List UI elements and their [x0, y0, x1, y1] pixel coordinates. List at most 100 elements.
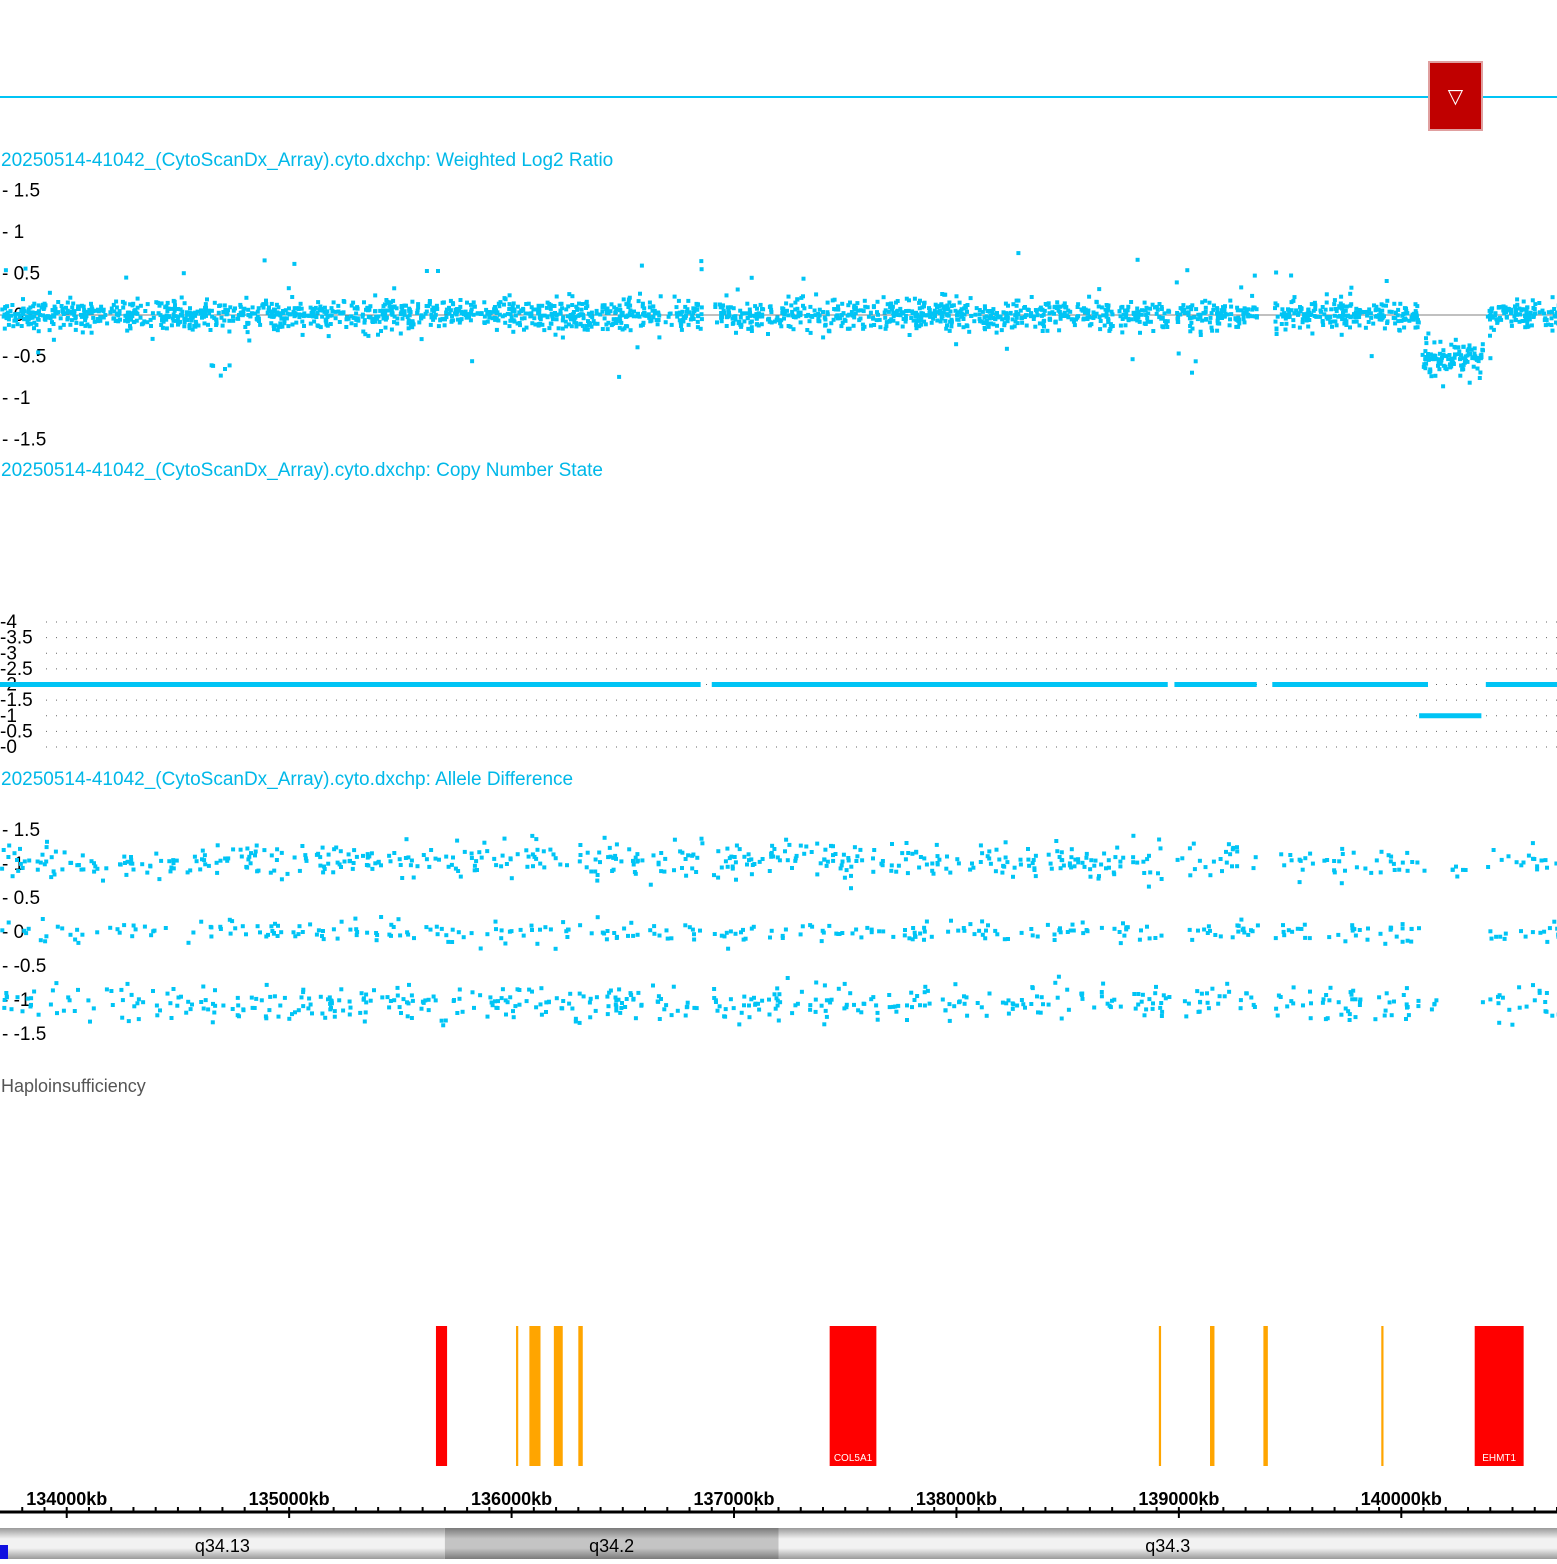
allele-point — [543, 925, 547, 929]
allele-tick-label: - -0.5 — [2, 956, 46, 977]
log2-point — [65, 317, 69, 321]
allele-point — [452, 998, 456, 1002]
allele-point — [595, 995, 599, 999]
allele-point — [1202, 928, 1206, 932]
log2-point — [1004, 317, 1008, 321]
allele-point — [1392, 1000, 1396, 1004]
log2-point — [1255, 307, 1259, 311]
allele-point — [814, 1010, 818, 1014]
log2-point — [523, 316, 527, 320]
log2-point — [1478, 371, 1482, 375]
allele-point — [275, 847, 279, 851]
allele-point — [1337, 1000, 1341, 1004]
allele-point — [657, 994, 661, 998]
allele-point — [23, 859, 27, 863]
log2-point — [635, 314, 639, 318]
log2-point — [249, 314, 253, 318]
log2-point — [59, 316, 63, 320]
allele-point — [1231, 847, 1235, 851]
log2-point — [108, 310, 112, 314]
haplo-gene-bar — [1263, 1326, 1267, 1466]
haplo-gene-bar — [578, 1326, 582, 1466]
log2-point — [182, 324, 186, 328]
log2-point — [433, 307, 437, 311]
log2-point — [604, 307, 608, 311]
allele-point — [211, 1020, 215, 1024]
allele-point — [1245, 991, 1249, 995]
log2-point — [497, 304, 501, 308]
log2-point — [362, 300, 366, 304]
log2-point — [655, 318, 659, 322]
log2-point — [292, 262, 296, 266]
allele-point — [712, 987, 716, 991]
allele-point — [1433, 1002, 1437, 1006]
allele-point — [1325, 858, 1329, 862]
log2-point — [784, 301, 788, 305]
allele-point — [1544, 1009, 1548, 1013]
log2-point — [1153, 306, 1157, 310]
allele-point — [216, 843, 220, 847]
allele-point — [1100, 926, 1104, 930]
log2-point — [1344, 319, 1348, 323]
allele-point — [1454, 865, 1458, 869]
log2-point — [1250, 308, 1254, 312]
log2-point — [401, 317, 405, 321]
log2-point — [871, 316, 875, 320]
log2-point — [1385, 279, 1389, 283]
allele-point — [881, 863, 885, 867]
allele-point — [620, 1001, 624, 1005]
log2-point — [198, 312, 202, 316]
allele-point — [364, 993, 368, 997]
track-menu-button[interactable]: ▽ — [1428, 61, 1483, 131]
allele-point — [754, 1002, 758, 1006]
log2-point — [1025, 313, 1029, 317]
scroll-handle-icon[interactable] — [0, 1545, 8, 1559]
chromosome-ideogram[interactable]: q34.13q34.2q34.3 — [0, 1528, 1557, 1559]
allele-point — [688, 925, 692, 929]
allele-point — [1405, 986, 1409, 990]
allele-point — [1225, 861, 1229, 865]
log2-point — [1448, 365, 1452, 369]
allele-point — [1369, 871, 1373, 875]
log2-point — [170, 323, 174, 327]
log2-point — [214, 323, 218, 327]
allele-point — [27, 859, 31, 863]
log2-point — [261, 302, 265, 306]
log2-point — [1306, 316, 1310, 320]
allele-point — [1081, 997, 1085, 1001]
log2-point — [1358, 309, 1362, 313]
allele-point — [1515, 860, 1519, 864]
allele-point — [860, 858, 864, 862]
allele-point — [429, 928, 433, 932]
allele-point — [1193, 867, 1197, 871]
allele-point — [651, 984, 655, 988]
log2-point — [1274, 301, 1278, 305]
allele-point — [1415, 861, 1419, 865]
log2-point — [726, 315, 730, 319]
log2-point — [965, 310, 969, 314]
allele-point — [1504, 932, 1508, 936]
log2-point — [848, 327, 852, 331]
log2-point — [1524, 319, 1528, 323]
log2-point — [1038, 321, 1042, 325]
log2-point — [390, 309, 394, 313]
allele-point — [473, 864, 477, 868]
log2-point — [1335, 323, 1339, 327]
allele-point — [187, 941, 191, 945]
log2-point — [915, 313, 919, 317]
allele-point — [494, 863, 498, 867]
log2-point — [1427, 358, 1431, 362]
log2-point — [1187, 310, 1191, 314]
allele-point — [827, 924, 831, 928]
log2-point — [210, 363, 214, 367]
allele-point — [1363, 867, 1367, 871]
allele-point — [1254, 855, 1258, 859]
log2-point — [264, 299, 268, 303]
allele-point — [389, 923, 393, 927]
log2-point — [292, 310, 296, 314]
allele-point — [1455, 875, 1459, 879]
log2-point — [115, 305, 119, 309]
log2-point — [1481, 342, 1485, 346]
allele-point — [1535, 867, 1539, 871]
allele-point — [686, 1001, 690, 1005]
